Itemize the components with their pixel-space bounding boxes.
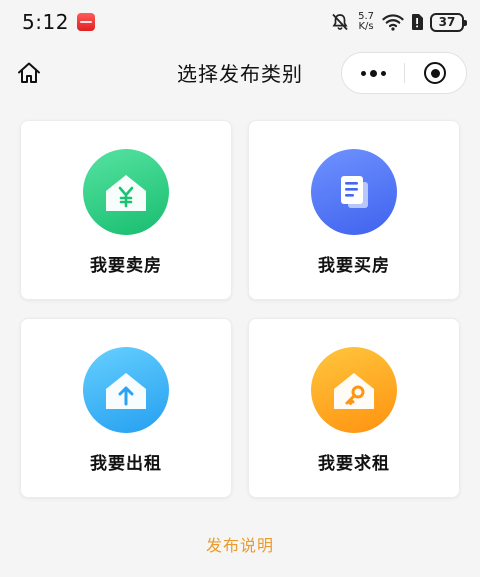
more-menu-button[interactable]	[342, 53, 404, 93]
status-bar: 5:12 5.7 K/s 37	[0, 0, 480, 44]
card-sell-house[interactable]: 我要卖房	[20, 120, 232, 300]
card-label: 我要出租	[90, 454, 162, 474]
publish-info-link[interactable]: 发布说明	[0, 532, 480, 556]
home-icon	[18, 62, 40, 83]
rent-out-house-arrow-icon	[83, 347, 169, 433]
card-seek-rent-house[interactable]: 我要求租	[248, 318, 460, 498]
category-grid: 我要卖房 我要买房 我要出租 我要求租	[20, 120, 460, 498]
card-buy-house[interactable]: 我要买房	[248, 120, 460, 300]
app-notification-icon	[76, 13, 95, 31]
card-rent-out-house[interactable]: 我要出租	[20, 318, 232, 498]
mini-program-capsule	[341, 52, 467, 94]
network-speed-unit: K/s	[358, 21, 374, 32]
buy-house-document-icon	[311, 149, 397, 235]
more-dot	[380, 70, 386, 76]
wifi-icon	[382, 14, 404, 31]
status-time: 5:12	[22, 10, 69, 34]
card-label: 我要卖房	[90, 256, 162, 276]
home-button[interactable]	[14, 58, 44, 88]
target-close-icon	[424, 62, 447, 84]
sim-alert-icon	[412, 14, 423, 30]
card-label: 我要求租	[318, 454, 390, 474]
more-dot	[369, 69, 377, 77]
status-left: 5:12	[22, 10, 95, 34]
network-speed: 5.7 K/s	[358, 12, 374, 32]
close-mini-program-button[interactable]	[405, 53, 466, 93]
nav-bar: 选择发布类别	[0, 44, 480, 100]
seek-rent-house-key-icon	[311, 347, 397, 433]
mute-bell-icon	[332, 13, 348, 31]
more-dot	[360, 70, 366, 76]
sell-house-yen-icon	[83, 149, 169, 235]
battery-indicator: 37	[430, 12, 467, 32]
card-label: 我要买房	[318, 256, 390, 276]
status-right: 5.7 K/s 37	[330, 12, 467, 32]
